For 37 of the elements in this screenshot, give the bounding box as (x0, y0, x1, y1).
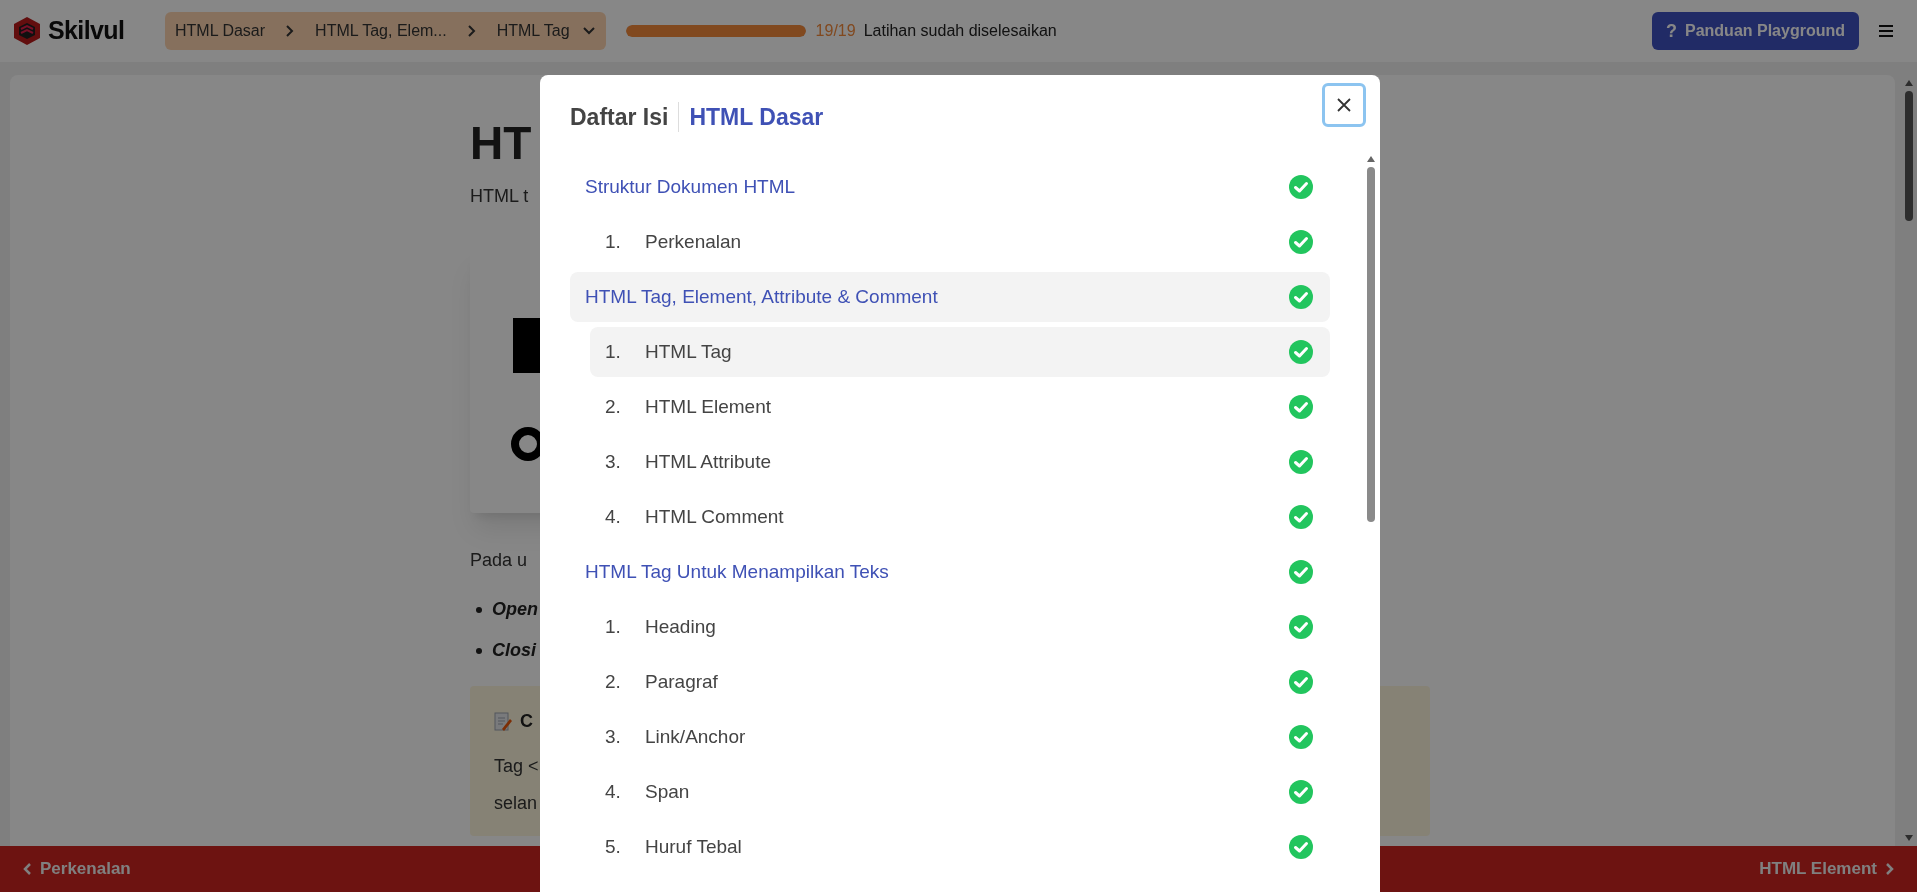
section-item[interactable]: HTML Tag, Element, Attribute & Comment (570, 272, 1330, 322)
bullet-text: Closi (492, 639, 536, 662)
chevron-left-icon (22, 862, 32, 876)
note-title: C (520, 710, 533, 733)
breadcrumb-link[interactable]: HTML Tag (496, 19, 570, 43)
close-icon (1336, 97, 1352, 113)
guide-button[interactable]: ? Panduan Playground (1652, 12, 1859, 50)
question-icon: ? (1666, 17, 1677, 45)
progress-label: Latihan sudah diselesaikan (863, 21, 1057, 41)
chevron-right-icon (466, 24, 477, 38)
lesson-text: Pada u (470, 549, 528, 572)
scroll-thumb[interactable] (1367, 167, 1375, 522)
chevron-right-icon (1885, 862, 1895, 876)
scroll-up-icon[interactable] (1903, 79, 1914, 87)
note-text: selan (494, 792, 538, 815)
breadcrumb-link[interactable]: HTML Dasar (175, 19, 266, 43)
lesson-item[interactable]: 1. HTML Tag (590, 327, 1330, 377)
close-button[interactable] (1322, 83, 1366, 127)
lesson-text: HTML t (470, 185, 529, 208)
bullet-text: Open (492, 598, 538, 621)
chevron-right-icon (285, 24, 296, 38)
scroll-thumb[interactable] (1904, 91, 1913, 221)
menu-icon[interactable] (1877, 23, 1895, 39)
scroll-down-icon[interactable] (1903, 834, 1914, 842)
lesson-heading: HT (470, 116, 532, 171)
bullet-icon (476, 647, 482, 654)
memo-icon (494, 711, 512, 732)
modal-subtitle: HTML Dasar (689, 102, 824, 132)
scroll-up-icon[interactable] (1366, 155, 1376, 163)
chevron-down-icon[interactable] (581, 26, 596, 36)
modal-title: Daftar Isi (570, 102, 669, 132)
logo-icon (12, 16, 42, 46)
breadcrumb-link[interactable]: HTML Tag, Elem... (315, 19, 447, 43)
bullet-icon (476, 606, 482, 613)
progress-count: 19/19 (815, 21, 856, 41)
note-text: Tag < (494, 755, 539, 778)
logo-text: Skilvul (48, 15, 125, 47)
